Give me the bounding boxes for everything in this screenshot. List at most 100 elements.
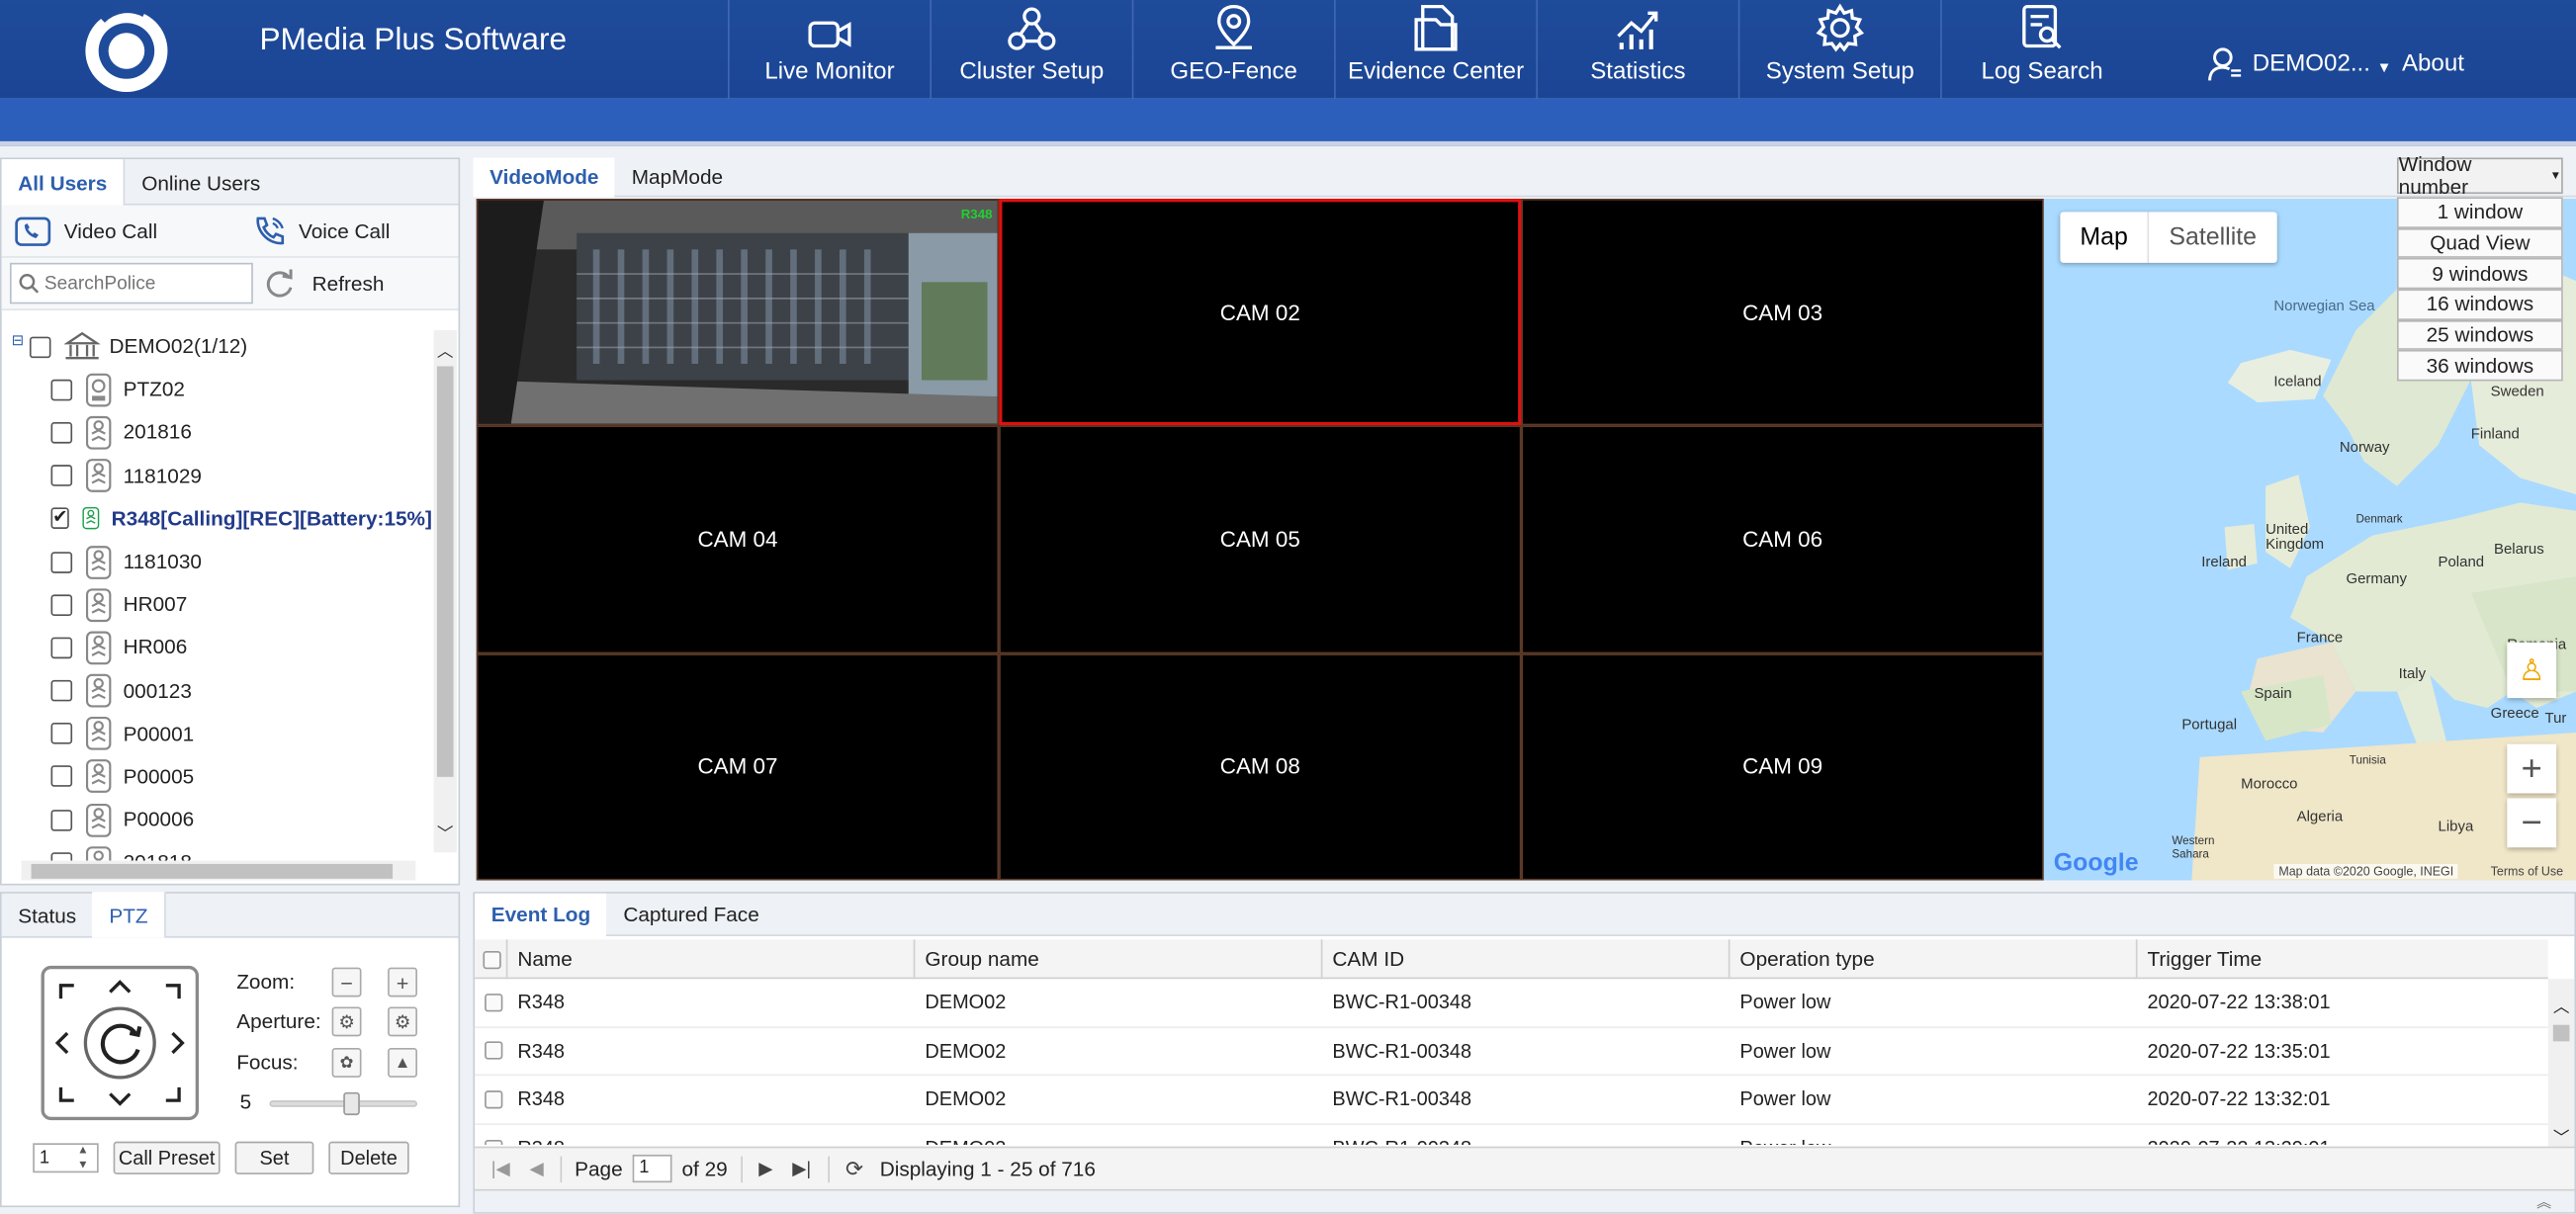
preset-stepper[interactable]: ▲ ▼ [77,1143,89,1172]
device-checkbox[interactable] [50,551,73,573]
reload-icon[interactable]: ⟳ [845,1156,863,1182]
device-checkbox[interactable] [50,379,73,401]
col-cam-id[interactable]: CAM ID [1322,939,1731,980]
nav-statistics[interactable]: Statistics [1536,0,1737,99]
video-cell-5[interactable]: CAM 05 [999,425,1522,653]
row-checkbox[interactable] [485,1090,503,1109]
about-link[interactable]: About [2402,51,2464,78]
device-checkbox[interactable] [50,593,73,616]
video-cell-6[interactable]: CAM 06 [1521,425,2044,653]
nav-geo-fence[interactable]: GEO-Fence [1131,0,1334,99]
scroll-down-icon[interactable]: ﹀ [2553,1123,2570,1148]
scroll-down-icon[interactable]: ﹀ [437,820,454,844]
device-row[interactable]: 1181029 [2,454,432,497]
window-option-36[interactable]: 36 windows [2396,350,2563,382]
video-cell-7[interactable]: CAM 07 [476,652,1000,881]
device-row[interactable]: P00005 [2,755,432,799]
focus-far-button[interactable]: ▲ [388,1047,417,1078]
device-row[interactable]: 201816 [2,411,432,455]
tab-video-mode[interactable]: VideoMode [473,156,616,197]
window-option-9[interactable]: 9 windows [2396,258,2563,290]
video-cell-1[interactable]: R348 [476,199,1000,426]
nav-live-monitor[interactable]: Live Monitor [728,0,930,99]
tree-horizontal-scrollbar[interactable] [21,860,416,881]
table-row[interactable]: R348DEMO02BWC-R1-00348Power low2020-07-2… [475,1125,2548,1145]
call-preset-button[interactable]: Call Preset [113,1141,221,1174]
tab-all-users[interactable]: All Users [1,158,126,205]
device-row[interactable]: HR007 [2,583,432,627]
nav-system-setup[interactable]: System Setup [1737,0,1940,99]
video-call-button[interactable]: Video Call [15,216,157,246]
map-button[interactable]: Map [2060,212,2147,263]
window-option-16[interactable]: 16 windows [2396,289,2563,320]
tree-group-row[interactable]: ⊟ DEMO02(1/12) [2,325,432,369]
device-row[interactable]: HR006 [2,627,432,670]
log-vertical-scrollbar[interactable]: ︿ ﹀ [2547,979,2575,1149]
ptz-joystick[interactable] [41,965,200,1121]
video-cell-8[interactable]: CAM 08 [999,652,1522,881]
device-checkbox[interactable] [50,421,73,444]
select-all-checkbox[interactable] [483,950,501,969]
col-trigger-time[interactable]: Trigger Time [2137,939,2547,979]
tab-event-log[interactable]: Event Log [475,892,607,936]
delete-preset-button[interactable]: Delete [328,1141,409,1174]
map-zoom-out-button[interactable]: − [2507,798,2557,848]
terms-of-use-link[interactable]: Terms of Use [2491,864,2563,879]
nav-evidence-center[interactable]: Evidence Center [1334,0,1536,99]
tab-map-mode[interactable]: MapMode [615,157,740,197]
device-checkbox[interactable] [50,852,73,861]
device-checkbox[interactable] [50,465,73,487]
voice-call-button[interactable]: Voice Call [252,215,390,247]
refresh-button[interactable]: Refresh [263,267,384,300]
row-checkbox[interactable] [485,1139,503,1145]
device-checkbox[interactable] [50,765,73,788]
collapse-icon[interactable]: ⊟ [12,331,25,349]
window-number-dropdown[interactable]: Window number ▼ [2396,153,2563,199]
zoom-in-button[interactable]: + [388,967,417,997]
device-row[interactable]: 1181030 [2,540,432,583]
device-checkbox[interactable] [50,809,73,831]
row-checkbox[interactable] [485,993,503,1012]
user-menu[interactable]: DEMO02... ▼ [2206,46,2391,83]
device-row[interactable]: PTZ02 [2,368,432,411]
set-preset-button[interactable]: Set [234,1141,314,1174]
video-cell-2[interactable]: CAM 02 [999,199,1522,426]
zoom-out-button[interactable]: − [331,967,362,997]
tree-vertical-scrollbar[interactable]: ︿ ﹀ [433,329,457,853]
window-option-1[interactable]: 1 window [2396,197,2563,228]
table-row[interactable]: R348DEMO02BWC-R1-00348Power low2020-07-2… [475,1077,2548,1125]
col-operation-type[interactable]: Operation type [1730,939,2138,980]
scroll-thumb[interactable] [436,366,454,777]
tab-status[interactable]: Status [2,892,93,938]
speed-slider[interactable] [269,1091,417,1116]
col-group-name[interactable]: Group name [915,939,1323,980]
video-cell-9[interactable]: CAM 09 [1521,652,2044,881]
nav-log-search[interactable]: Log Search [1940,0,2142,99]
tab-online-users[interactable]: Online Users [126,158,277,205]
video-cell-3[interactable]: CAM 03 [1521,199,2044,426]
device-checkbox[interactable] [50,637,73,659]
table-row[interactable]: R348DEMO02BWC-R1-00348Power low2020-07-2… [475,979,2548,1028]
device-row[interactable]: ✔ R348[Calling][REC][Battery:15%] [2,497,432,541]
device-row[interactable]: P00001 [2,713,432,756]
scroll-up-icon[interactable]: ︿ [437,337,454,361]
search-police-input[interactable] [44,273,242,294]
device-checkbox[interactable] [50,679,73,702]
aperture-close-button[interactable]: ⚙ [331,1006,362,1037]
nav-cluster-setup[interactable]: Cluster Setup [930,0,1131,99]
tab-ptz[interactable]: PTZ [92,892,166,938]
device-row[interactable]: 000123 [2,669,432,713]
last-page-icon[interactable]: ▶| [792,1158,811,1179]
row-checkbox[interactable] [485,1041,503,1061]
tab-captured-face[interactable]: Captured Face [607,893,776,935]
scroll-thumb[interactable] [2552,1024,2570,1042]
first-page-icon[interactable]: |◀ [491,1158,510,1179]
focus-near-button[interactable]: ✿ [331,1047,362,1078]
device-checkbox[interactable] [50,723,73,745]
device-row[interactable]: 201818 [2,841,432,861]
group-checkbox[interactable] [29,335,50,358]
satellite-button[interactable]: Satellite [2147,212,2276,263]
aperture-open-button[interactable]: ⚙ [388,1006,417,1037]
table-row[interactable]: R348DEMO02BWC-R1-00348Power low2020-07-2… [475,1027,2548,1077]
expand-icon[interactable]: ︽ [2536,1191,2551,1213]
